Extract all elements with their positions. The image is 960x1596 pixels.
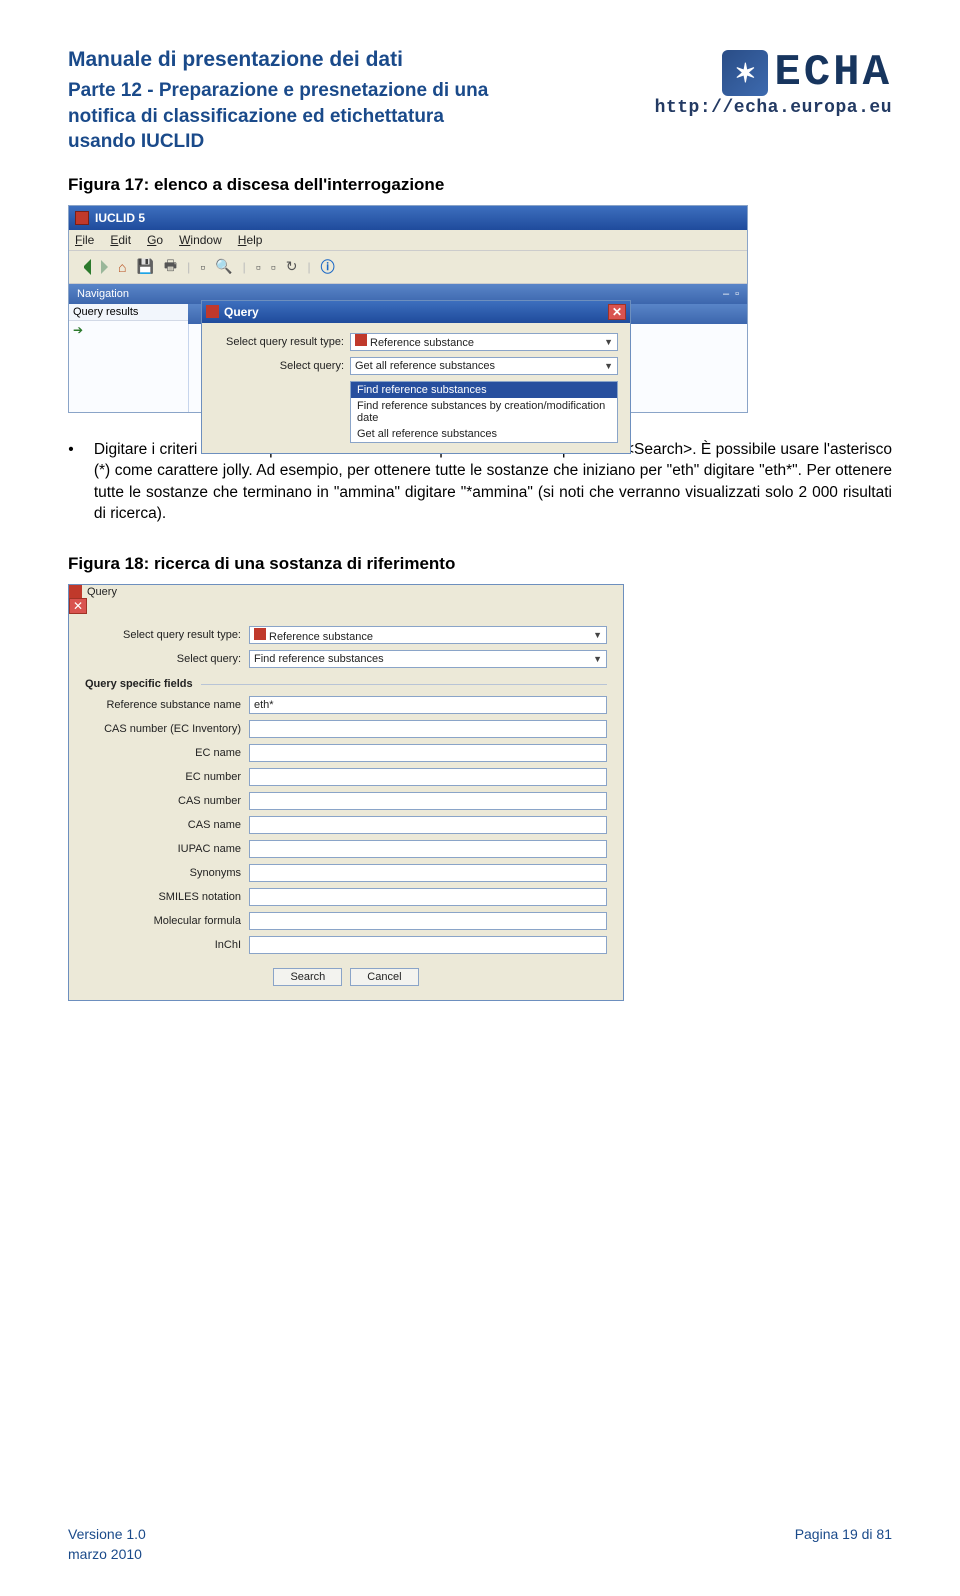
doc-icon[interactable]: ▫ (200, 259, 205, 275)
menu-window[interactable]: Window (179, 233, 222, 247)
footer-page: Pagina 19 di 81 (795, 1526, 892, 1562)
window-title: IUCLID 5 (95, 211, 145, 225)
ec-name-label: EC name (85, 747, 245, 759)
echa-logo-text: ECHA (774, 48, 892, 98)
run-icon[interactable]: ➔ (69, 321, 188, 339)
footer-version: Versione 1.0 (68, 1526, 146, 1542)
inchi-input[interactable] (249, 936, 607, 954)
ref-name-label: Reference substance name (85, 699, 245, 711)
paste-icon[interactable]: ▫ (271, 259, 276, 275)
doc-header: Manuale di presentazione dei dati Parte … (68, 48, 892, 155)
echa-url: http://echa.europa.eu (655, 98, 892, 118)
ref-substance-icon (254, 628, 266, 640)
nav-sq-icon[interactable]: ▫ (735, 288, 739, 300)
query-form: Query ✕ Select query result type: Refere… (68, 584, 624, 1001)
cas-name-label: CAS name (85, 819, 245, 831)
query-dialog: Query ✕ Select query result type: Refere… (201, 300, 631, 454)
cas-ec-label: CAS number (EC Inventory) (85, 723, 245, 735)
result-type-label: Select query result type: (214, 336, 344, 348)
ec-number-input[interactable] (249, 768, 607, 786)
ec-number-label: EC number (85, 771, 245, 783)
iupac-label: IUPAC name (85, 843, 245, 855)
cas-number-label: CAS number (85, 795, 245, 807)
menu-go[interactable]: Go (147, 233, 163, 247)
refresh-icon[interactable]: ↻ (286, 258, 298, 275)
menu-edit[interactable]: Edit (110, 233, 131, 247)
footer-date: marzo 2010 (68, 1546, 146, 1562)
iuclid-window: IUCLID 5 FFileile Edit Go Window Help ⌂ … (68, 205, 748, 413)
help-icon[interactable]: ⓘ (321, 257, 335, 277)
chevron-down-icon: ▼ (604, 361, 613, 371)
doc-title-1: Manuale di presentazione dei dati (68, 48, 498, 72)
menubar[interactable]: FFileile Edit Go Window Help (69, 230, 747, 250)
query-icon (69, 585, 82, 598)
home-icon[interactable]: ⌂ (118, 259, 126, 275)
select-query-select[interactable]: Find reference substances ▼ (249, 650, 607, 668)
smiles-input[interactable] (249, 888, 607, 906)
ref-substance-icon (355, 334, 367, 346)
synonyms-input[interactable] (249, 864, 607, 882)
inchi-label: InChI (85, 939, 245, 951)
save-icon[interactable]: 💾 (136, 258, 153, 275)
ref-name-input[interactable]: eth* (249, 696, 607, 714)
echa-logo: ✶ ECHA http://echa.europa.eu (655, 48, 892, 118)
chevron-down-icon: ▼ (604, 337, 613, 347)
cas-name-input[interactable] (249, 816, 607, 834)
footer: Versione 1.0 marzo 2010 Pagina 19 di 81 (68, 1526, 892, 1562)
query-specific-fields-label: Query specific fields (85, 678, 607, 690)
back-icon[interactable] (75, 259, 91, 275)
query-dropdown-list[interactable]: Find reference substances Find reference… (350, 381, 618, 443)
molform-label: Molecular formula (85, 915, 245, 927)
cas-number-input[interactable] (249, 792, 607, 810)
ec-name-input[interactable] (249, 744, 607, 762)
query-icon (206, 305, 219, 318)
titlebar: IUCLID 5 (69, 206, 747, 230)
molform-input[interactable] (249, 912, 607, 930)
chevron-down-icon: ▼ (593, 654, 602, 664)
synonyms-label: Synonyms (85, 867, 245, 879)
toolbar: ⌂ 💾 🖶 | ▫ 🔍 | ▫ ▫ ↻ | ⓘ (69, 250, 747, 284)
nav-label: Navigation (77, 288, 129, 300)
cas-ec-input[interactable] (249, 720, 607, 738)
menu-help[interactable]: Help (238, 233, 263, 247)
query-option-2[interactable]: Get all reference substances (351, 426, 617, 442)
fig18-caption: Figura 18: ricerca di una sostanza di ri… (68, 554, 892, 574)
print-icon[interactable]: 🖶 (164, 255, 177, 279)
query-option-0[interactable]: Find reference substances (351, 382, 617, 398)
echa-logo-icon: ✶ (722, 50, 768, 96)
forward-icon[interactable] (101, 260, 108, 274)
result-type-select[interactable]: Reference substance ▼ (249, 626, 607, 644)
close-icon[interactable]: ✕ (69, 598, 87, 614)
cancel-button[interactable]: Cancel (350, 968, 418, 986)
result-type-label: Select query result type: (85, 629, 245, 641)
query-dialog-title: Query (224, 305, 259, 319)
search-button[interactable]: Search (273, 968, 342, 986)
close-icon[interactable]: ✕ (608, 304, 626, 320)
query-option-1[interactable]: Find reference substances by creation/mo… (351, 398, 617, 426)
menu-file[interactable]: FFileile (75, 233, 94, 247)
iupac-input[interactable] (249, 840, 607, 858)
chevron-down-icon: ▼ (593, 630, 602, 640)
fig17-caption: Figura 17: elenco a discesa dell'interro… (68, 175, 892, 195)
nav-min-icon[interactable]: – (723, 288, 729, 300)
bullet-icon: • (68, 439, 74, 525)
copy-icon[interactable]: ▫ (256, 259, 261, 275)
query-form-title: Query (87, 586, 117, 598)
select-query-label: Select query: (214, 360, 344, 372)
select-query-select[interactable]: Get all reference substances ▼ (350, 357, 618, 375)
result-type-select[interactable]: Reference substance ▼ (350, 333, 618, 351)
app-icon (75, 211, 89, 225)
left-panel: Query results ➔ (69, 304, 189, 412)
query-results-tab[interactable]: Query results (69, 304, 188, 321)
select-query-label: Select query: (85, 653, 245, 665)
search-icon[interactable]: 🔍 (215, 258, 232, 275)
smiles-label: SMILES notation (85, 891, 245, 903)
doc-title-2: Parte 12 - Preparazione e presnetazione … (68, 78, 498, 155)
